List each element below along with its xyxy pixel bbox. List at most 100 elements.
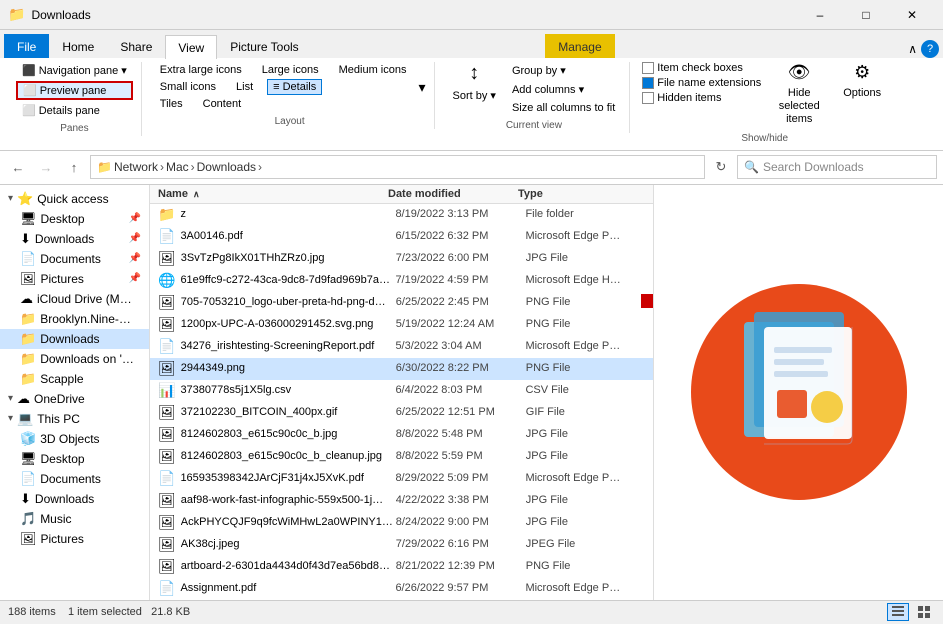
table-row[interactable]: 🖼 8124602803_e615c90c0c_b.jpg 8/8/2022 5…: [150, 424, 653, 446]
close-button[interactable]: ✕: [889, 0, 935, 30]
table-row[interactable]: 🖼 705-7053210_logo-uber-preta-hd-png-d… …: [150, 292, 653, 314]
ribbon-group-current-view: ↕ Sort by ▾ Group by ▾ Add columns ▾ Siz…: [439, 62, 631, 133]
item-check-boxes-indicator: [642, 62, 654, 74]
add-columns-button[interactable]: Add columns ▾: [506, 81, 621, 98]
address-path[interactable]: 📁 Network › Mac › Downloads ›: [90, 155, 705, 179]
col-date[interactable]: Date modified: [388, 188, 518, 200]
sidebar-item-onedrive[interactable]: ▾ ☁ OneDrive: [0, 389, 149, 409]
sidebar-item-brooklyn[interactable]: 📁 Brooklyn.Nine-Nine…: [0, 309, 149, 329]
up-button[interactable]: ↑: [62, 155, 86, 179]
minimize-button[interactable]: –: [797, 0, 843, 30]
table-row[interactable]: 📊 37380778s5j1X5lg.csv 6/4/2022 8:03 PM …: [150, 380, 653, 402]
tab-manage[interactable]: Manage: [545, 34, 614, 58]
table-row[interactable]: 🖼 AK38cj.jpeg 7/29/2022 6:16 PM JPEG Fil…: [150, 534, 653, 556]
sidebar-item-downloads-pc[interactable]: ⬇ Downloads: [0, 489, 149, 509]
onedrive-icon: ☁: [17, 391, 30, 407]
refresh-button[interactable]: ↻: [709, 155, 733, 179]
sidebar-item-pictures[interactable]: 🖼 Pictures 📌: [0, 269, 149, 289]
tab-picture-tools[interactable]: Picture Tools: [217, 34, 311, 58]
sidebar-item-documents[interactable]: 📄 Documents 📌: [0, 249, 149, 269]
ribbon-collapse-icon[interactable]: ∧: [908, 42, 917, 56]
search-placeholder: Search Downloads: [763, 160, 864, 174]
sidebar-item-this-pc[interactable]: ▾ 💻 This PC: [0, 409, 149, 429]
tab-home[interactable]: Home: [49, 34, 107, 58]
sidebar-item-icloud[interactable]: ☁ iCloud Drive (Ma…: [0, 289, 149, 309]
medium-icons-button[interactable]: Medium icons: [333, 62, 413, 78]
file-date: 6/15/2022 6:32 PM: [395, 230, 525, 242]
details-pane-label: Details pane: [39, 105, 100, 117]
tab-share[interactable]: Share: [107, 34, 165, 58]
table-row[interactable]: 🌐 61e9ffc9-c272-43ca-9dc8-7d9fad969b7a… …: [150, 270, 653, 292]
table-row[interactable]: 🖼 1200px-UPC-A-036000291452.svg.png 5/19…: [150, 314, 653, 336]
sidebar-item-pictures-pc[interactable]: 🖼 Pictures: [0, 529, 149, 549]
back-button[interactable]: ←: [6, 155, 30, 179]
window-title: Downloads: [31, 8, 90, 22]
small-icons-button[interactable]: Small icons: [154, 79, 222, 95]
search-box[interactable]: 🔍 Search Downloads: [737, 155, 937, 179]
file-name: 8124602803_e615c90c0c_b_cleanup.jpg: [181, 450, 396, 462]
table-row[interactable]: 📄 34276_irishtesting-ScreeningReport.pdf…: [150, 336, 653, 358]
details-pane-button[interactable]: ⬜ Details pane: [16, 102, 133, 119]
sidebar-item-music[interactable]: 🎵 Music: [0, 509, 149, 529]
sidebar-item-downloads[interactable]: ⬇ Downloads 📌: [0, 229, 149, 249]
table-row[interactable]: 🖼 372102230_BITCOIN_400px.gif 6/25/2022 …: [150, 402, 653, 424]
sort-by-button[interactable]: Sort by ▾: [447, 87, 502, 104]
item-check-boxes-checkbox[interactable]: Item check boxes: [642, 62, 761, 74]
extra-large-icons-button[interactable]: Extra large icons: [154, 62, 248, 78]
sidebar-item-documents-pc[interactable]: 📄 Documents: [0, 469, 149, 489]
tiles-button[interactable]: Tiles: [154, 96, 189, 112]
size-columns-button[interactable]: Size all columns to fit: [506, 100, 621, 116]
tab-view[interactable]: View: [165, 35, 217, 59]
table-row[interactable]: 🖼 3SvTzPg8IkX01THhZRz0.jpg 7/23/2022 6:0…: [150, 248, 653, 270]
sidebar-item-desktop-pc[interactable]: 🖥 Desktop: [0, 449, 149, 469]
file-icon-report-pdf: 📄: [158, 338, 175, 355]
file-date: 5/19/2022 12:24 AM: [396, 318, 526, 330]
table-row[interactable]: 🖼 artboard-2-6301da4434d0f43d7ea56bd8… 8…: [150, 556, 653, 578]
sidebar-item-scapple[interactable]: 📁 Scapple: [0, 369, 149, 389]
tab-file[interactable]: File: [4, 34, 49, 58]
options-button[interactable]: Options: [837, 85, 887, 101]
sidebar-item-downloads-on-mac[interactable]: 📁 Downloads on 'Mac…: [0, 349, 149, 369]
col-name[interactable]: Name ∧: [158, 188, 388, 200]
file-size: 668: [646, 538, 653, 550]
col-size[interactable]: Size: [638, 188, 653, 200]
details-button[interactable]: ≡ Details: [267, 79, 322, 95]
address-bar-area: ← → ↑ 📁 Network › Mac › Downloads › ↻ 🔍 …: [0, 151, 943, 185]
preview-pane-button[interactable]: ⬜ Preview pane: [16, 81, 133, 100]
file-date: 8/21/2022 12:39 PM: [396, 560, 526, 572]
table-row[interactable]: 🖼 aaf98-work-fast-infographic-559x500-1j…: [150, 490, 653, 512]
list-button[interactable]: List: [230, 79, 259, 95]
file-name: 705-7053210_logo-uber-preta-hd-png-d…: [181, 296, 396, 308]
details-view-toggle[interactable]: [887, 603, 909, 621]
sidebar-item-3d-objects[interactable]: 🧊 3D Objects: [0, 429, 149, 449]
maximize-button[interactable]: □: [843, 0, 889, 30]
group-by-button[interactable]: Group by ▾: [506, 62, 621, 79]
navigation-pane-button[interactable]: ⬛ Navigation pane ▾: [16, 62, 133, 79]
title-bar: 📁 Downloads – □ ✕: [0, 0, 943, 30]
onedrive-expand: ▾: [8, 393, 13, 404]
file-name: artboard-2-6301da4434d0f43d7ea56bd8…: [181, 560, 396, 572]
file-name-extensions-checkbox[interactable]: File name extensions: [642, 77, 761, 89]
table-row[interactable]: 🖼 2944349.png 6/30/2022 8:22 PM PNG File…: [150, 358, 653, 380]
table-row[interactable]: 📄 3A00146.pdf 6/15/2022 6:32 PM Microsof…: [150, 226, 653, 248]
table-row[interactable]: 🖼 8124602803_e615c90c0c_b_cleanup.jpg 8/…: [150, 446, 653, 468]
ribbon-group-panes: ⬛ Navigation pane ▾ ⬜ Preview pane ⬜ Det…: [8, 62, 142, 136]
layout-dropdown-icon[interactable]: ▾: [418, 79, 425, 96]
forward-button[interactable]: →: [34, 155, 58, 179]
large-icons-button[interactable]: Large icons: [256, 62, 325, 78]
help-icon[interactable]: ?: [921, 40, 939, 58]
hide-selected-button[interactable]: Hide selected items: [769, 85, 829, 129]
file-icon-jpg3: 🖼: [158, 448, 176, 465]
file-size: 28: [645, 472, 653, 484]
file-date: 8/24/2022 9:00 PM: [396, 516, 526, 528]
col-type[interactable]: Type: [518, 188, 638, 200]
table-row[interactable]: 🖼 AckPHYCQJF9q9fcWiMHwL2a0WPINY1_l… 8/24…: [150, 512, 653, 534]
hidden-items-checkbox[interactable]: Hidden items: [642, 92, 761, 104]
large-icons-toggle[interactable]: [913, 603, 935, 621]
sidebar-item-desktop[interactable]: 🖥 Desktop 📌: [0, 209, 149, 229]
table-row[interactable]: 📄 165935398342JArCjF31j4xJ5XvK.pdf 8/29/…: [150, 468, 653, 490]
sidebar-item-quick-access[interactable]: ▾ ⭐ Quick access: [0, 189, 149, 209]
content-button[interactable]: Content: [197, 96, 248, 112]
table-row[interactable]: 📁 z 8/19/2022 3:13 PM File folder: [150, 204, 653, 226]
sidebar-item-downloads-selected[interactable]: 📁 Downloads: [0, 329, 149, 349]
